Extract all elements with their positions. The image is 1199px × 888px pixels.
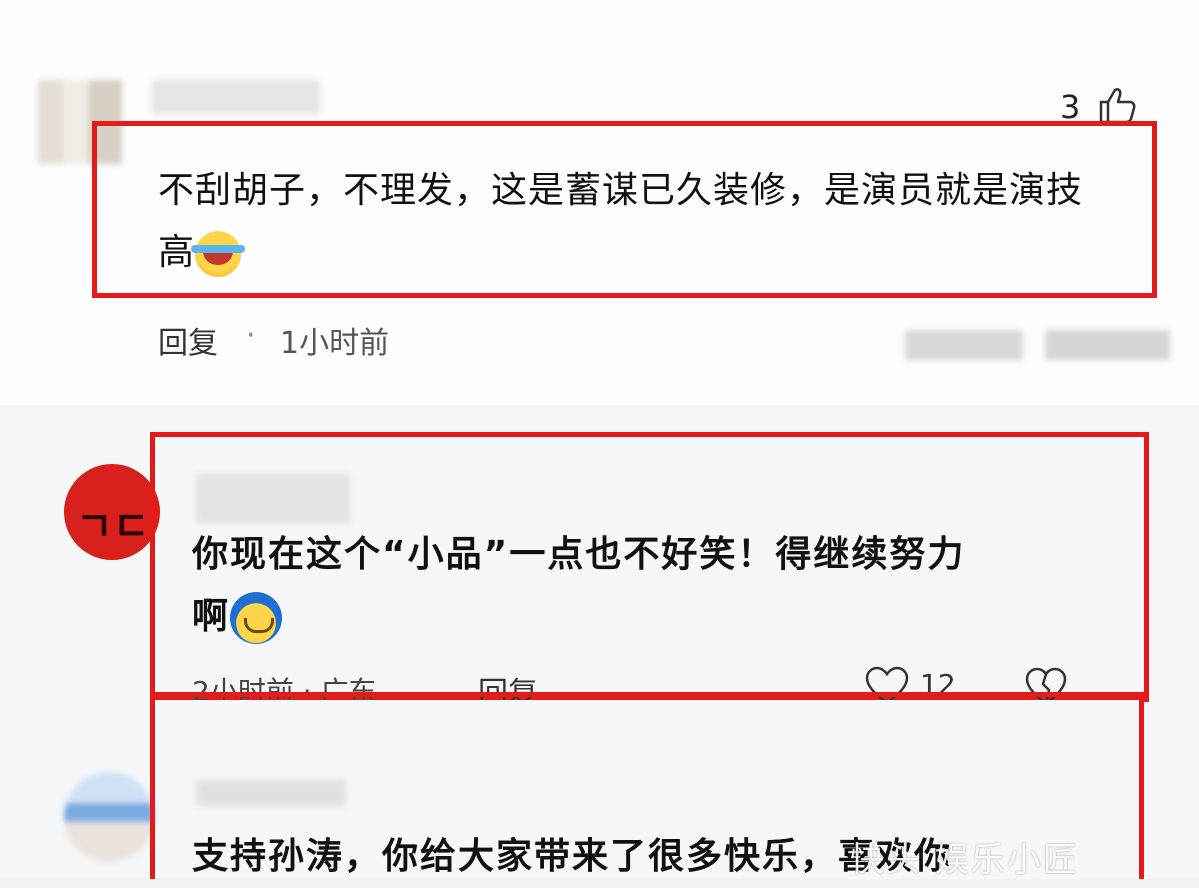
laughing-crying-emoji-icon — [191, 231, 246, 277]
thumbs-up-icon[interactable] — [1098, 86, 1138, 124]
blurred-action[interactable] — [905, 330, 1023, 360]
comment-text-line1: 你现在这个“小品”一点也不好笑！得继续努力 — [192, 534, 966, 575]
comment-text: 你现在这个“小品”一点也不好笑！得继续努力 啊 — [192, 524, 1092, 648]
comment-text: 不刮胡子，不理发，这是蓄谋已久装修，是演员就是演技 高 — [158, 160, 1148, 284]
smirk-emoji-icon — [230, 592, 283, 644]
reply-button[interactable]: 回复 — [158, 318, 218, 362]
separator-dot: · — [246, 318, 256, 353]
watermark: 快头 娱乐小匠 — [850, 840, 1079, 880]
comment-text-line2: 高 — [158, 232, 196, 273]
avatar[interactable]: ㄱㄷ — [64, 464, 160, 560]
blurred-action[interactable] — [1045, 330, 1170, 360]
comment-time: 1小时前 — [280, 326, 390, 361]
avatar[interactable] — [64, 772, 154, 862]
username-blurred[interactable] — [152, 80, 320, 114]
comment-text-line1: 不刮胡子，不理发，这是蓄谋已久装修，是演员就是演技 — [158, 170, 1084, 211]
comment-text-line2: 啊 — [192, 596, 231, 637]
